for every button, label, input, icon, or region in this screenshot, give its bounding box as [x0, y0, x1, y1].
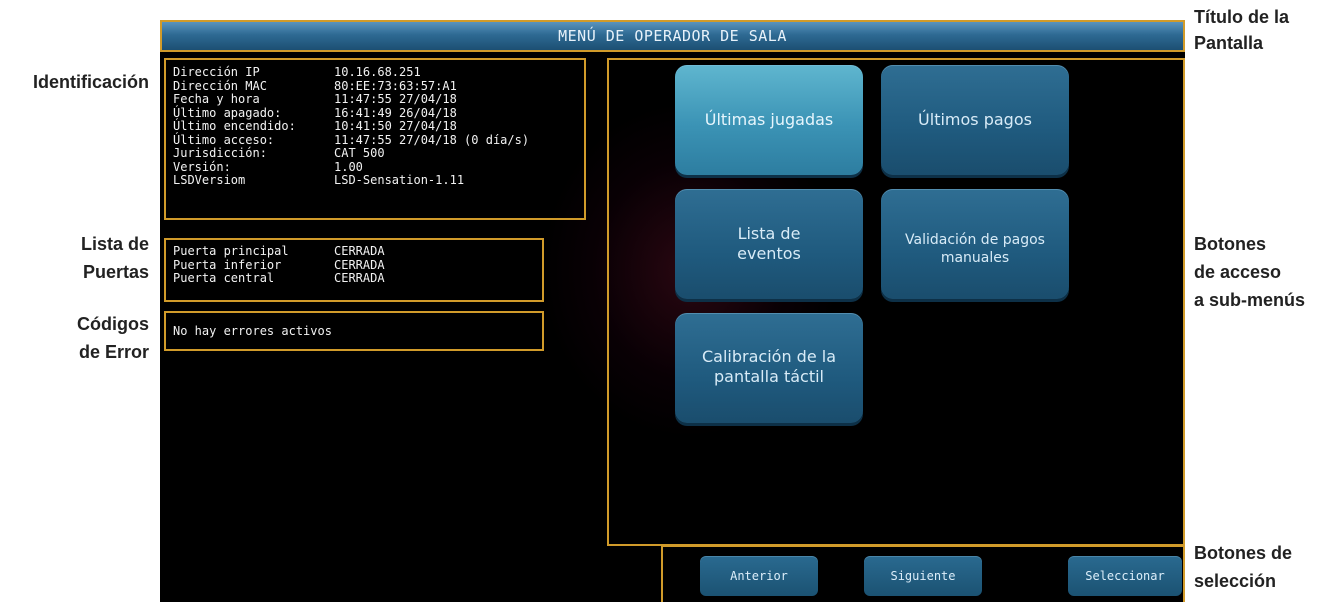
ident-value-datetime: 11:47:55 27/04/18: [334, 92, 457, 106]
ident-value-last-on: 10:41:50 27/04/18: [334, 119, 457, 133]
annotation-codigos-line1: Códigos: [77, 314, 149, 334]
manual-payments-label-line1: Validación de pagos: [905, 232, 1045, 248]
annotation-lista-puertas-line1: Lista de: [80, 234, 149, 254]
annotation-lista-puertas: Lista de Puertas: [0, 233, 149, 283]
manual-payments-label-line2: manuales: [940, 250, 1010, 266]
title-annotation-box: [160, 20, 1185, 52]
last-plays-button[interactable]: Últimas jugadas: [675, 65, 863, 175]
door-label-main: Puerta principal: [173, 244, 289, 258]
event-list-label-line2: eventos: [737, 244, 801, 263]
ident-label-jurisdiction: Jurisdicción:: [173, 146, 267, 160]
annotation-titulo: Título de la Pantalla: [1194, 6, 1289, 54]
ident-value-version: 1.00: [334, 159, 363, 174]
annotation-identificacion: Identificación: [32, 72, 149, 92]
annotation-titulo-line1: Título de la: [1194, 7, 1290, 27]
select-button[interactable]: Seleccionar: [1068, 556, 1182, 596]
annotation-codigos-error: Códigos de Error: [0, 313, 149, 363]
door-label-central: Puerta central: [173, 271, 275, 285]
calibration-label-line2: pantalla táctil: [714, 367, 824, 386]
ident-label-lsdversion: LSDVersiom: [173, 173, 246, 187]
previous-button[interactable]: Anterior: [700, 556, 818, 596]
annotation-botones-line1: Botones: [1194, 234, 1266, 254]
ident-label-ip: Dirección IP: [173, 65, 260, 79]
ident-value-lsdversion: LSD-Sensation-1.11: [334, 173, 465, 187]
last-plays-label: Últimas jugadas: [704, 110, 834, 129]
annotation-botones-line3: a sub-menús: [1194, 290, 1306, 310]
calibration-label-line1: Calibración de la: [702, 347, 836, 366]
last-payments-button[interactable]: Últimos pagos: [881, 65, 1069, 175]
ident-value-mac: 80:EE:73:63:57:A1: [334, 78, 457, 93]
annotation-lista-puertas-line2: Puertas: [82, 262, 149, 282]
next-button[interactable]: Siguiente: [864, 556, 982, 596]
ident-value-ip: 10.16.68.251: [334, 65, 421, 79]
door-status-main: CERRADA: [334, 244, 385, 258]
door-label-lower: Puerta inferior: [173, 257, 282, 272]
error-codes-text: No hay errores activos: [173, 324, 332, 338]
annotation-botones-seleccion: Botones de selección: [1194, 542, 1292, 592]
annotation-botones-submenus: Botones de acceso a sub-menús: [1194, 233, 1305, 311]
ident-label-last-off: Último apagado:: [173, 105, 282, 120]
ident-label-version: Versión:: [173, 159, 231, 174]
ident-value-last-access: 11:47:55 27/04/18 (0 día/s): [334, 132, 530, 147]
event-list-button[interactable]: Lista de eventos: [675, 189, 863, 299]
touchscreen-calibration-button[interactable]: Calibración de la pantalla táctil: [675, 313, 863, 423]
annotation-botones-line2: de acceso: [1194, 262, 1282, 282]
last-payments-label: Últimos pagos: [918, 110, 1032, 129]
annotation-codigos-line2: de Error: [78, 342, 149, 362]
ident-label-mac: Dirección MAC: [173, 78, 267, 93]
annotation-seleccion-line2: selección: [1194, 571, 1277, 591]
manual-payments-validation-button[interactable]: Validación de pagos manuales: [881, 189, 1069, 299]
annotation-titulo-line2: Pantalla: [1194, 33, 1264, 53]
ident-label-datetime: Fecha y hora: [173, 92, 260, 106]
annotation-seleccion-line1: Botones de: [1194, 543, 1293, 563]
ident-value-last-off: 16:41:49 26/04/18: [334, 105, 457, 120]
ident-label-last-access: Último acceso:: [173, 132, 275, 147]
ident-label-last-on: Último encendido:: [173, 119, 296, 133]
ident-value-jurisdiction: CAT 500: [334, 146, 385, 160]
door-status-lower: CERRADA: [334, 257, 385, 272]
event-list-label-line1: Lista de: [737, 224, 801, 243]
door-status-central: CERRADA: [334, 271, 385, 285]
